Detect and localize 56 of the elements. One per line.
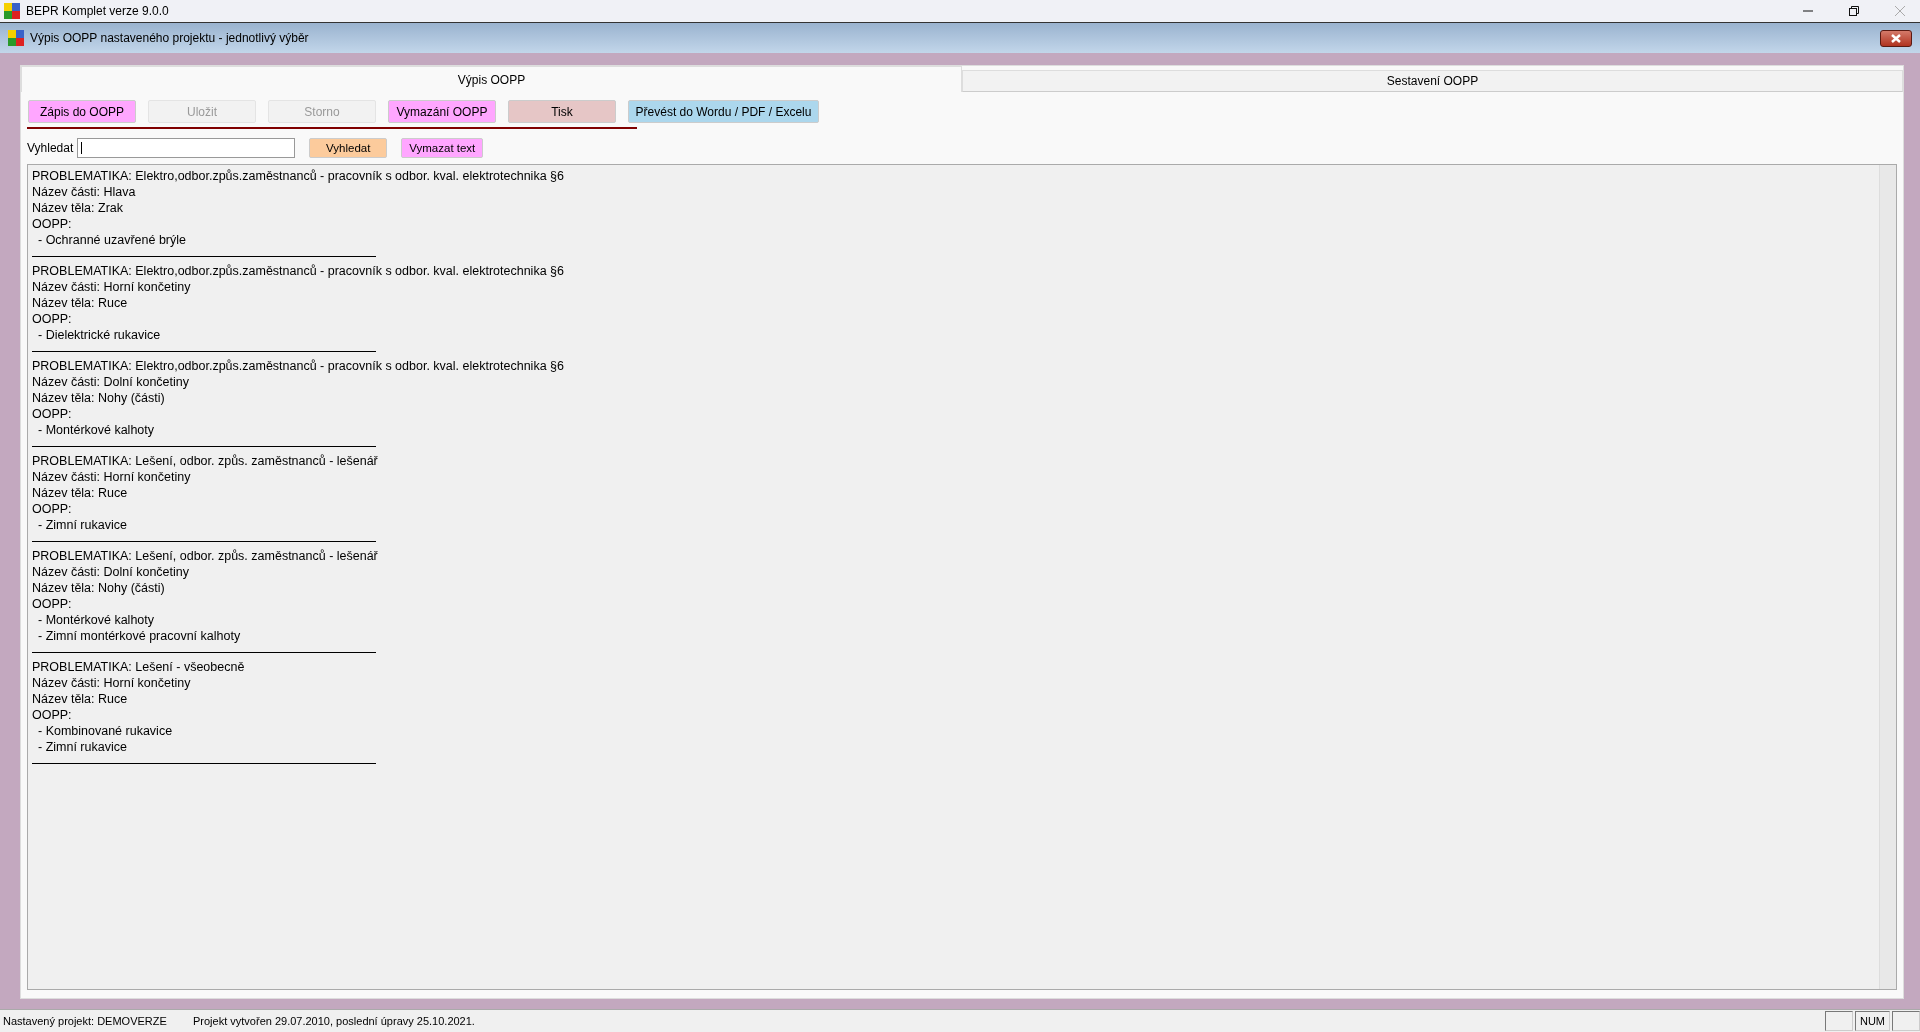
record-line: Název části: Hlava <box>32 184 137 200</box>
record-item: - Zimní montérkové pracovní kalhoty <box>37 628 242 644</box>
record-line: OOPP: <box>32 707 73 723</box>
record-line: Název části: Dolní končetiny <box>32 564 190 580</box>
status-panel <box>1824 1011 1853 1031</box>
app-title: BEPR Komplet verze 9.0.0 <box>26 4 169 18</box>
toolbar-button[interactable]: Vymazání OOPP <box>388 100 496 123</box>
status-info: Projekt vytvořen 29.07.2010, poslední úpravy 25.10.2021. <box>193 1015 475 1027</box>
status-indicator: NUM <box>1854 1011 1890 1031</box>
app-logo-icon <box>4 3 20 19</box>
search-button[interactable]: Vymazat text <box>401 138 484 158</box>
status-panel <box>1892 1011 1920 1031</box>
record-line: PROBLEMATIKA: Lešení - všeobecně <box>32 659 246 675</box>
record-line: PROBLEMATIKA: Lešení, odbor. způs. zaměstnanců - lešenář <box>32 453 379 469</box>
close-icon[interactable] <box>1894 5 1906 17</box>
record-line: OOPP: <box>32 501 73 517</box>
record-item: - Ochranné uzavřené brýle <box>37 232 187 248</box>
dialog-title: Výpis OOPP nastaveného projektu - jednotlivý výběr <box>30 31 309 45</box>
record-line: Název části: Dolní končetiny <box>32 374 190 390</box>
close-button[interactable] <box>1880 29 1912 47</box>
record-line: OOPP: <box>32 311 73 327</box>
record-line: Název těla: Ruce <box>32 295 129 311</box>
search-field[interactable] <box>77 138 296 158</box>
record-item: - Montérkové kalhoty <box>37 612 156 628</box>
record-line: Název těla: Nohy (části) <box>32 390 166 406</box>
record-line: OOPP: <box>32 596 73 612</box>
tab[interactable]: Výpis OOPP <box>21 66 962 92</box>
record-line: Název části: Horní končetiny <box>32 279 192 295</box>
search-button[interactable]: Vyhledat <box>309 138 388 158</box>
close-icon <box>1890 33 1902 43</box>
record-line: PROBLEMATIKA: Elektro,odbor.způs.zaměstnanců - pracovník s odbor. kval. elektrotechnika §6 <box>32 263 565 279</box>
record-line: Název těla: Ruce <box>32 485 129 501</box>
record-line: Název těla: Ruce <box>32 691 129 707</box>
record-line: PROBLEMATIKA: Lešení, odbor. způs. zaměstnanců - lešenář <box>32 548 379 564</box>
app-logo-icon <box>8 30 24 46</box>
record-line: PROBLEMATIKA: Elektro,odbor.způs.zaměstnanců - pracovník s odbor. kval. elektrotechnika §6 <box>32 168 565 184</box>
record-line: Název těla: Nohy (části) <box>32 580 166 596</box>
search-label: Vyhledat <box>27 141 74 155</box>
record-item: - Kombinované rukavice <box>37 723 174 739</box>
record-line: Název těla: Zrak <box>32 200 124 216</box>
tab[interactable]: Sestavení OOPP <box>962 70 1903 92</box>
record-line: Název části: Horní končetiny <box>32 675 192 691</box>
status-project: Nastavený projekt: DEMOVERZE <box>2 1015 168 1027</box>
record-item: - Montérkové kalhoty <box>37 422 156 438</box>
scrollbar[interactable] <box>1879 165 1896 989</box>
record-line: OOPP: <box>32 216 73 232</box>
record-line: Název části: Horní končetiny <box>32 469 192 485</box>
record-line: OOPP: <box>32 406 73 422</box>
restore-icon[interactable] <box>1848 5 1860 17</box>
toolbar-button[interactable]: Tisk <box>508 100 616 123</box>
record-item: - Zimní rukavice <box>37 739 128 755</box>
record-line: PROBLEMATIKA: Elektro,odbor.způs.zaměstnanců - pracovník s odbor. kval. elektrotechnika §6 <box>32 358 565 374</box>
record-item: - Zimní rukavice <box>37 517 128 533</box>
toolbar-button[interactable]: Zápis do OOPP <box>28 100 136 123</box>
record-item: - Dielektrické rukavice <box>37 327 162 343</box>
toolbar-button[interactable]: Převést do Wordu / PDF / Excelu <box>628 100 819 123</box>
